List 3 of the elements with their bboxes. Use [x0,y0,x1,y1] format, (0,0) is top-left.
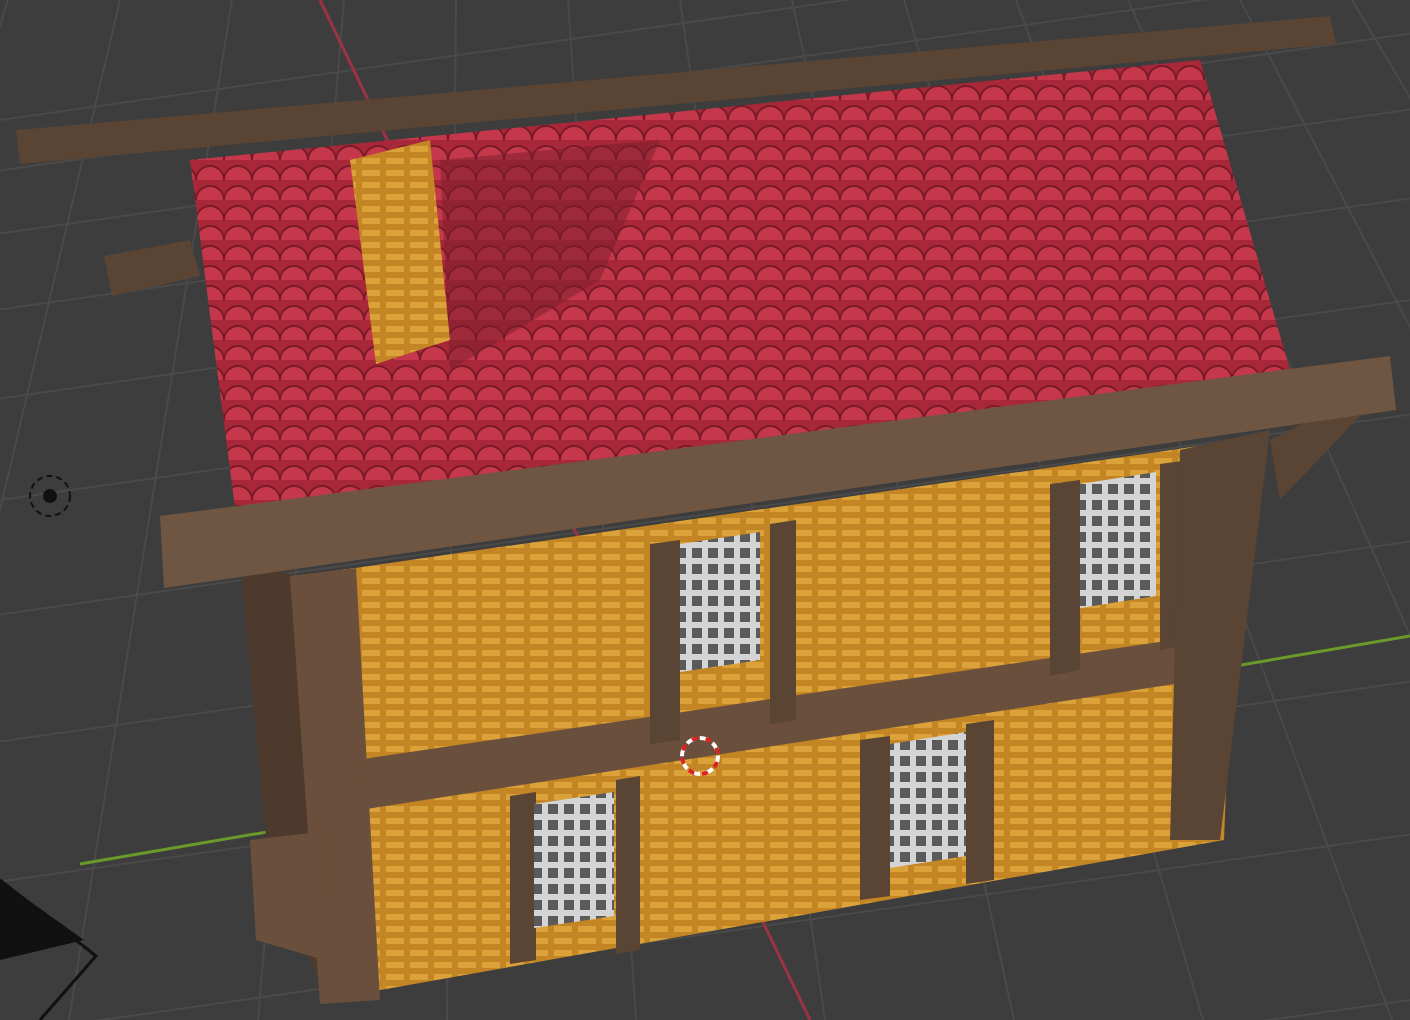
light-icon [29,475,71,517]
cursor-icon [680,736,720,776]
camera-drawing [0,878,99,1020]
